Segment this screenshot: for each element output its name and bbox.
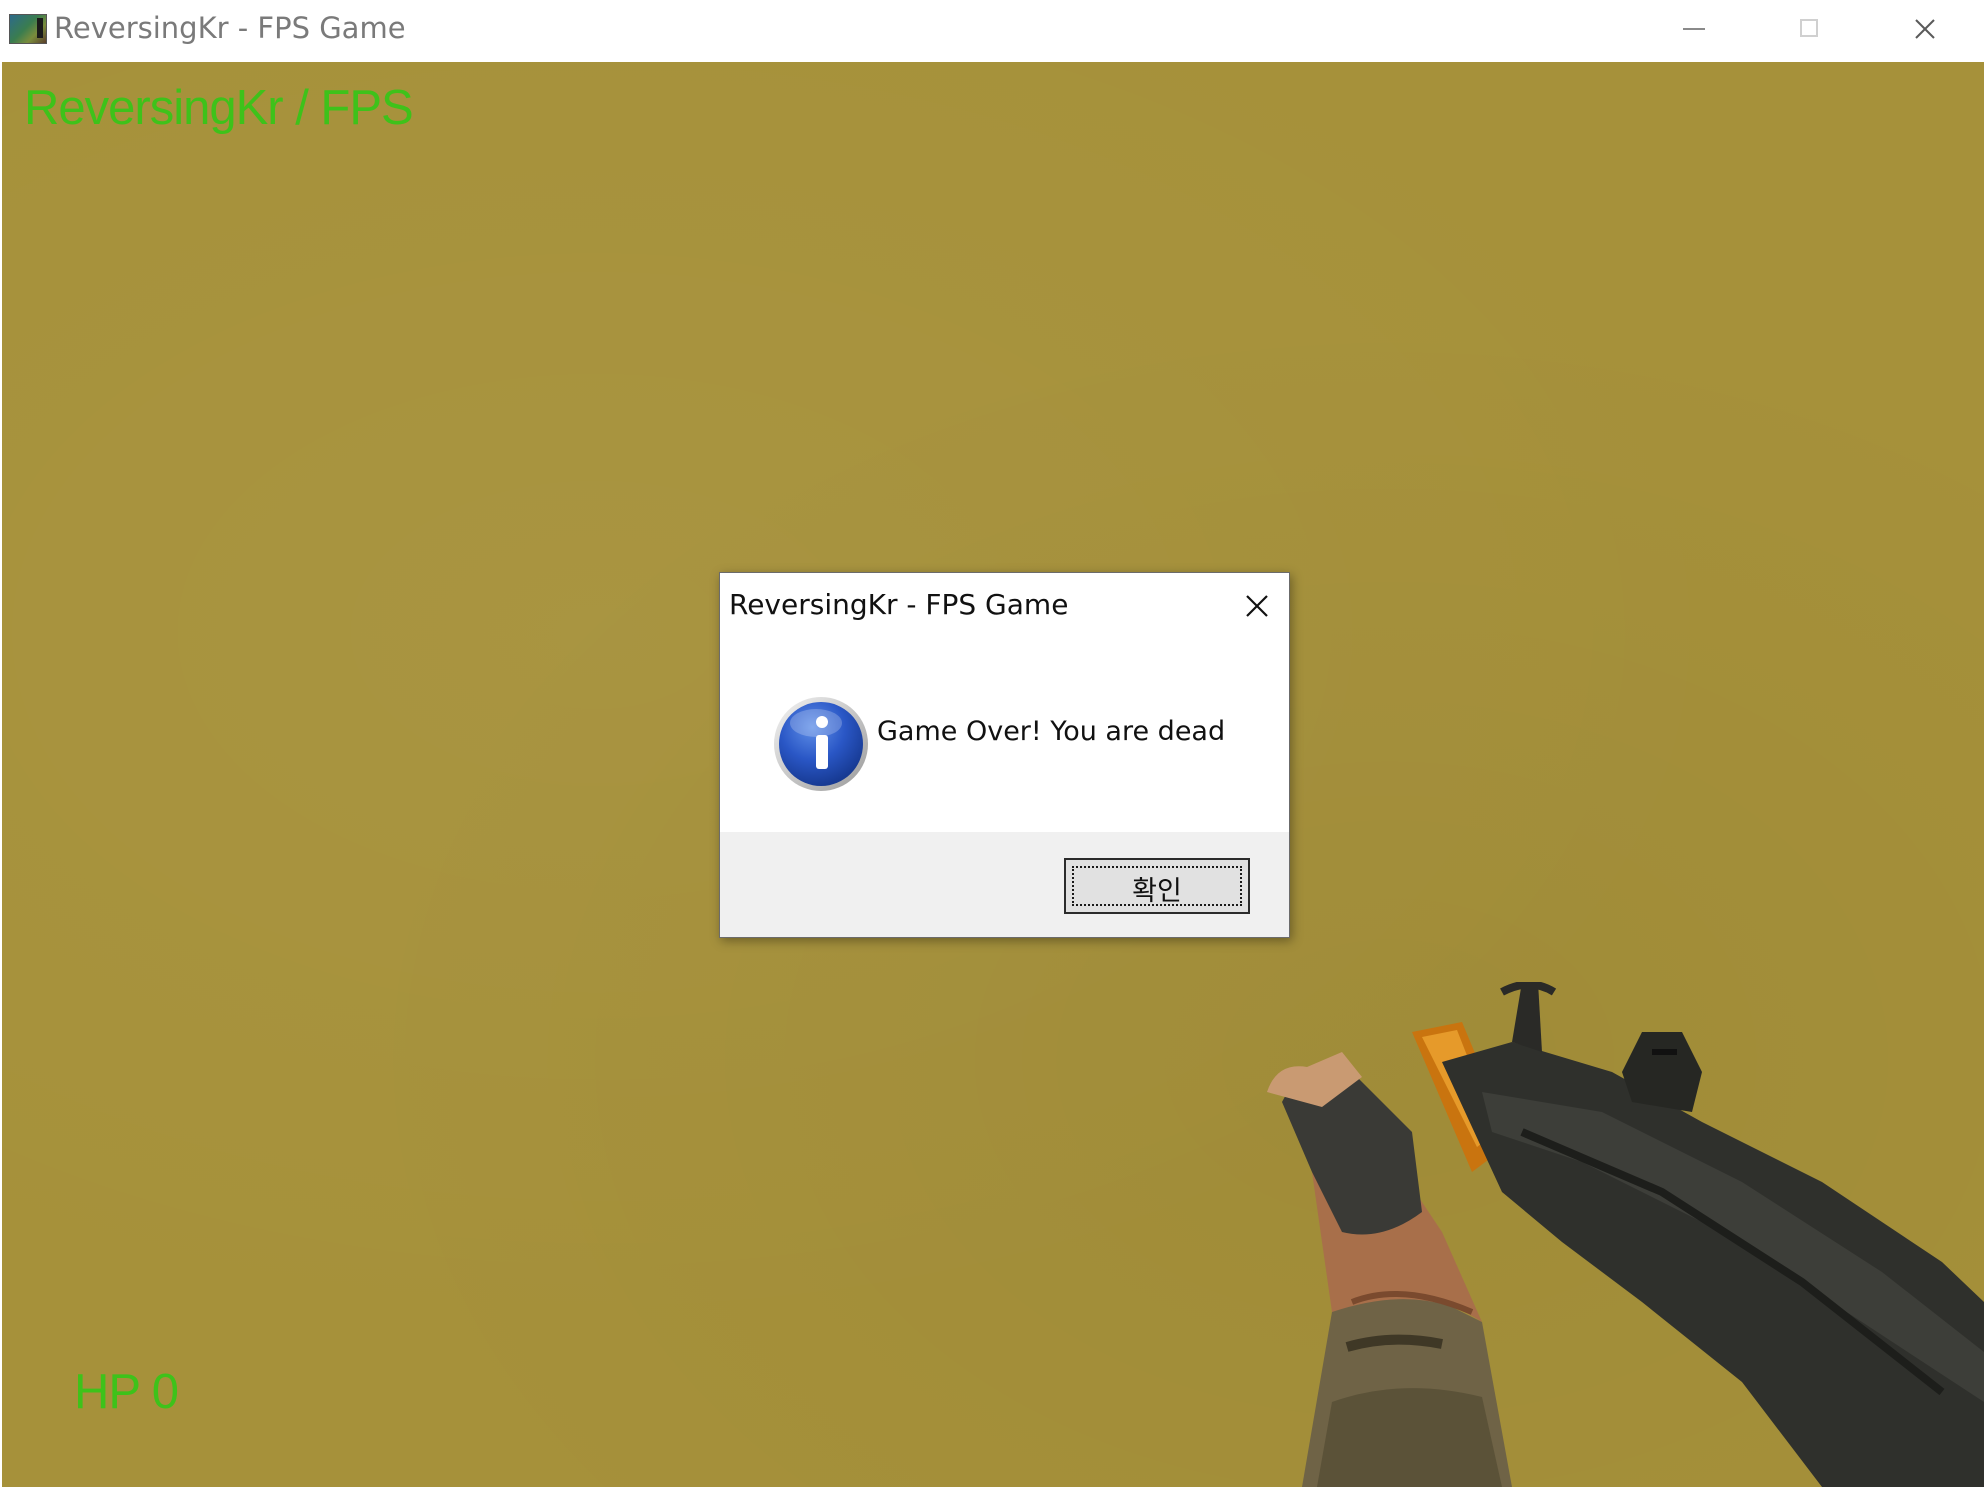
dialog-footer: 확인 xyxy=(720,832,1289,937)
window-title: ReversingKr - FPS Game xyxy=(54,11,406,45)
rifle-viewmodel-icon xyxy=(1267,982,1984,1487)
window-titlebar[interactable]: ReversingKr - FPS Game xyxy=(0,0,1984,62)
dialog-close-button[interactable] xyxy=(1226,581,1286,631)
message-box-dialog: ReversingKr - FPS Game Game Over! You ar… xyxy=(719,572,1290,938)
close-icon xyxy=(1246,595,1268,617)
hp-counter: HP 0 xyxy=(74,1365,179,1419)
close-button[interactable] xyxy=(1868,0,1984,58)
ok-button[interactable]: 확인 xyxy=(1064,858,1250,914)
close-icon xyxy=(1915,19,1935,39)
info-icon xyxy=(774,697,868,791)
hud-title: ReversingKr / FPS xyxy=(24,81,414,135)
dialog-title: ReversingKr - FPS Game xyxy=(729,588,1069,621)
minimize-button[interactable] xyxy=(1636,0,1752,58)
ok-button-label: 확인 xyxy=(1132,876,1182,907)
dialog-message: Game Over! You are dead xyxy=(877,716,1226,747)
game-window: ReversingKr - FPS Game ReversingKr / FPS… xyxy=(0,0,1984,1487)
maximize-button[interactable] xyxy=(1752,0,1868,58)
app-icon[interactable] xyxy=(9,14,47,44)
